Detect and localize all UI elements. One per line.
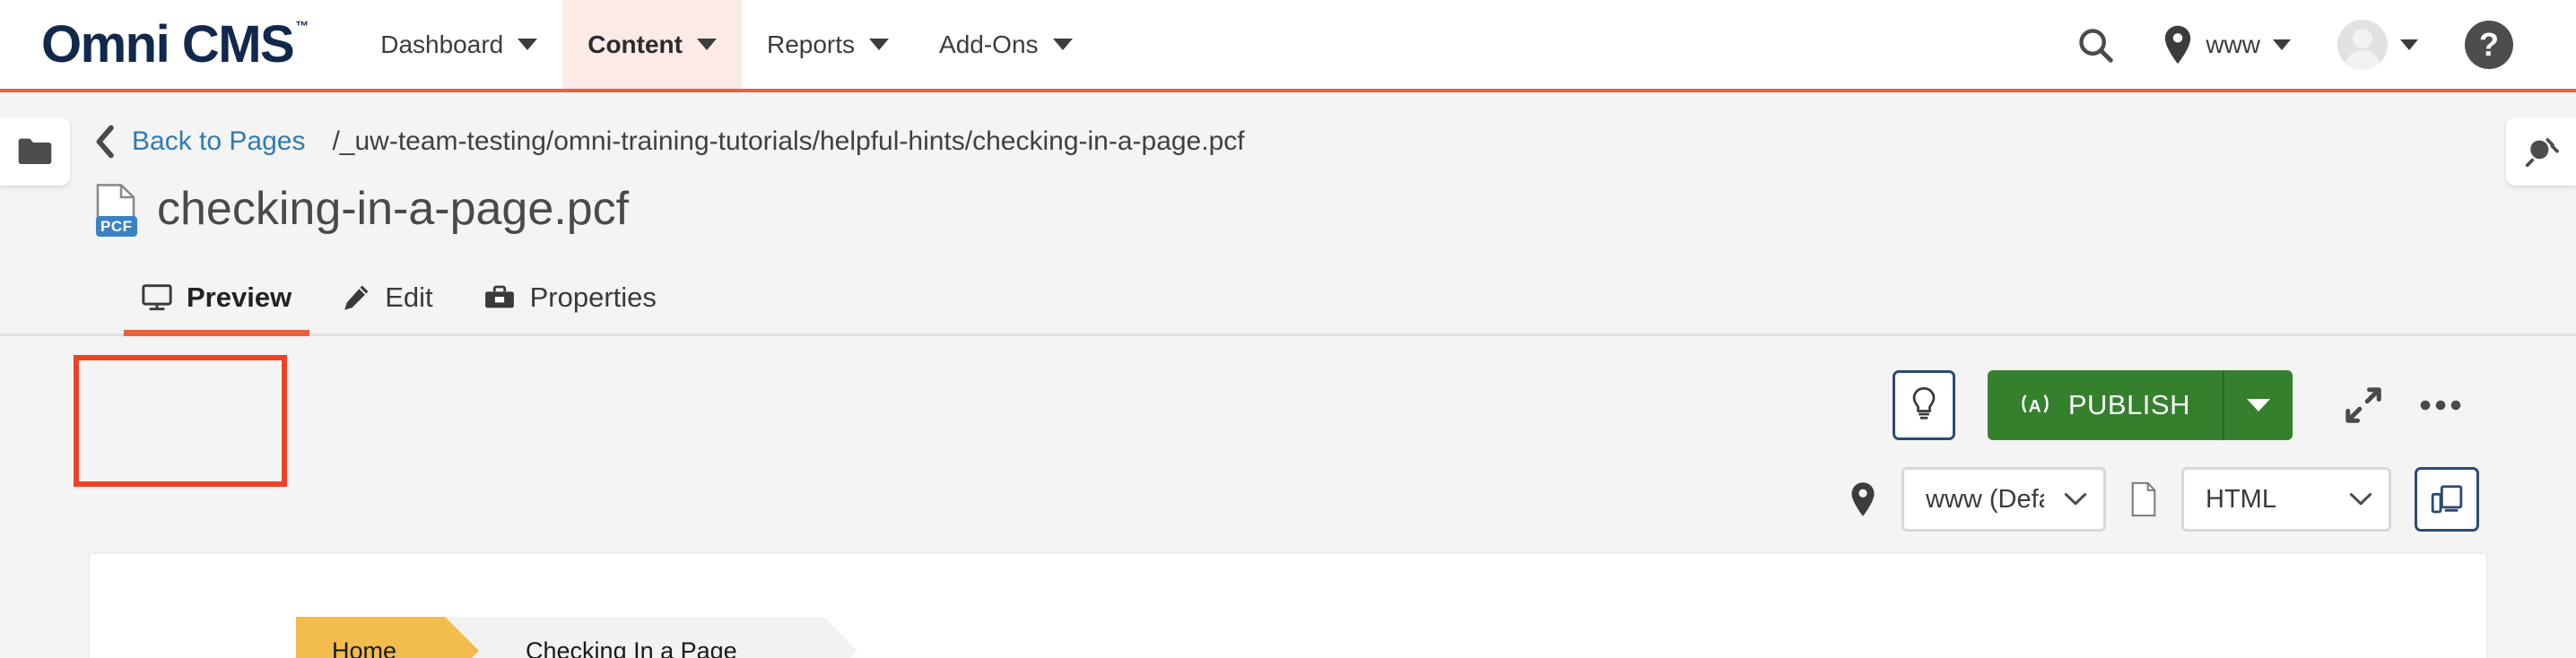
- preview-breadcrumb: Home Checking In a Page: [296, 617, 2486, 658]
- pcf-badge-label: PCF: [96, 216, 137, 237]
- chevron-down-icon: [518, 39, 538, 50]
- chevron-left-icon: [96, 125, 114, 159]
- primary-actions-toolbar: A PUBLISH: [1892, 370, 2479, 440]
- gadgets-tab[interactable]: [2506, 117, 2576, 186]
- ellipsis-icon: [2420, 400, 2461, 411]
- lightbulb-icon: [1912, 386, 1936, 420]
- tab-preview[interactable]: Preview: [117, 281, 317, 336]
- app-header: Omni CMS ™ Dashboard Content Reports Add-…: [0, 0, 2576, 92]
- output-location-icon: [1849, 481, 1876, 517]
- chevron-down-icon: [696, 39, 717, 50]
- nav-item-reports[interactable]: Reports: [742, 0, 914, 89]
- preview-breadcrumb-label: Checking In a Page: [526, 636, 737, 658]
- svg-text:A: A: [2028, 397, 2041, 417]
- tab-label: Preview: [187, 281, 292, 313]
- publish-button-group[interactable]: A PUBLISH: [1987, 370, 2293, 440]
- nav-item-dashboard[interactable]: Dashboard: [355, 0, 562, 89]
- search-icon: [2079, 28, 2114, 63]
- chevron-down-icon: [869, 39, 890, 50]
- nav-item-add-ons[interactable]: Add-Ons: [914, 0, 1098, 89]
- publish-button[interactable]: A PUBLISH: [1988, 370, 2223, 440]
- back-to-pages-label: Back to Pages: [132, 126, 306, 156]
- output-select[interactable]: www (Defa: [1902, 467, 2106, 532]
- toolbox-icon: [484, 285, 514, 308]
- pencil-icon: [344, 285, 369, 310]
- logo-trademark: ™: [295, 19, 309, 35]
- caret-down-icon: [2247, 399, 2270, 411]
- plug-icon: [2525, 138, 2559, 168]
- tab-edit[interactable]: Edit: [317, 281, 457, 333]
- help-icon: ?: [2465, 20, 2513, 69]
- app-logo[interactable]: Omni CMS ™: [0, 0, 328, 89]
- expand-view-button[interactable]: [2325, 370, 2402, 440]
- global-search-button[interactable]: [2051, 24, 2139, 65]
- file-navigation-tab[interactable]: [0, 117, 70, 186]
- main-navigation: Dashboard Content Reports Add-Ons: [355, 0, 1097, 89]
- page-title-row: PCF checking-in-a-page.pcf: [0, 182, 2576, 237]
- page-body: Back to Pages /_uw-team-testing/omni-tra…: [0, 92, 2576, 658]
- format-select[interactable]: HTML: [2181, 467, 2391, 532]
- page-title: checking-in-a-page.pcf: [157, 183, 630, 235]
- site-label: www: [2206, 30, 2260, 58]
- chevron-down-icon: [2064, 493, 2087, 506]
- preview-breadcrumb-current: Checking In a Page: [445, 617, 857, 658]
- nav-item-content[interactable]: Content: [562, 0, 742, 89]
- user-menu[interactable]: [2314, 19, 2441, 70]
- format-select-value: HTML: [2206, 484, 2276, 514]
- breadcrumb-path: /_uw-team-testing/omni-training-tutorial…: [332, 126, 1245, 156]
- tab-properties[interactable]: Properties: [458, 281, 682, 333]
- annotation-highlight-preview-tab: [74, 355, 287, 487]
- avatar: [2337, 19, 2388, 70]
- header-actions: www ?: [2051, 0, 2576, 89]
- responsive-preview-button[interactable]: [2415, 467, 2479, 532]
- preview-panel: Home Checking In a Page: [90, 554, 2486, 658]
- monitor-icon: [142, 284, 172, 311]
- output-select-value: www (Defa: [1926, 484, 2044, 514]
- chevron-down-icon: [2349, 493, 2372, 506]
- help-button[interactable]: ?: [2441, 20, 2537, 69]
- nav-item-label: Content: [587, 30, 683, 58]
- publish-label: PUBLISH: [2067, 389, 2190, 420]
- back-to-pages-link[interactable]: Back to Pages: [94, 125, 305, 159]
- preview-breadcrumb-label: Home: [332, 636, 397, 658]
- preview-options-toolbar: www (Defa HTML: [1849, 467, 2479, 532]
- page-check-button[interactable]: [1892, 370, 1955, 440]
- more-options-button[interactable]: [2402, 370, 2479, 440]
- chevron-down-icon: [1052, 39, 1073, 50]
- nav-item-label: Add-Ons: [939, 30, 1039, 58]
- nav-item-label: Reports: [766, 30, 856, 58]
- view-tabs: Preview Edit Properties: [0, 250, 2576, 336]
- location-pin-icon: [2165, 25, 2191, 64]
- preview-breadcrumb-home[interactable]: Home: [296, 617, 480, 658]
- publish-dropdown-toggle[interactable]: [2223, 370, 2293, 440]
- broadcast-icon: A: [2022, 394, 2049, 417]
- site-selector[interactable]: www: [2139, 24, 2314, 65]
- chevron-down-icon: [2400, 39, 2418, 50]
- expand-arrows-icon: [2345, 387, 2381, 423]
- breadcrumb: Back to Pages /_uw-team-testing/omni-tra…: [0, 92, 2576, 159]
- output-format-icon: [2129, 481, 2158, 517]
- responsive-devices-icon: [2431, 485, 2463, 514]
- pcf-file-icon: PCF: [94, 183, 137, 237]
- logo-text: Omni CMS: [41, 14, 295, 74]
- chevron-down-icon: [2273, 39, 2291, 50]
- nav-item-label: Dashboard: [380, 30, 504, 58]
- tab-label: Properties: [529, 281, 657, 313]
- tab-label: Edit: [385, 281, 433, 313]
- folder-icon: [18, 138, 52, 164]
